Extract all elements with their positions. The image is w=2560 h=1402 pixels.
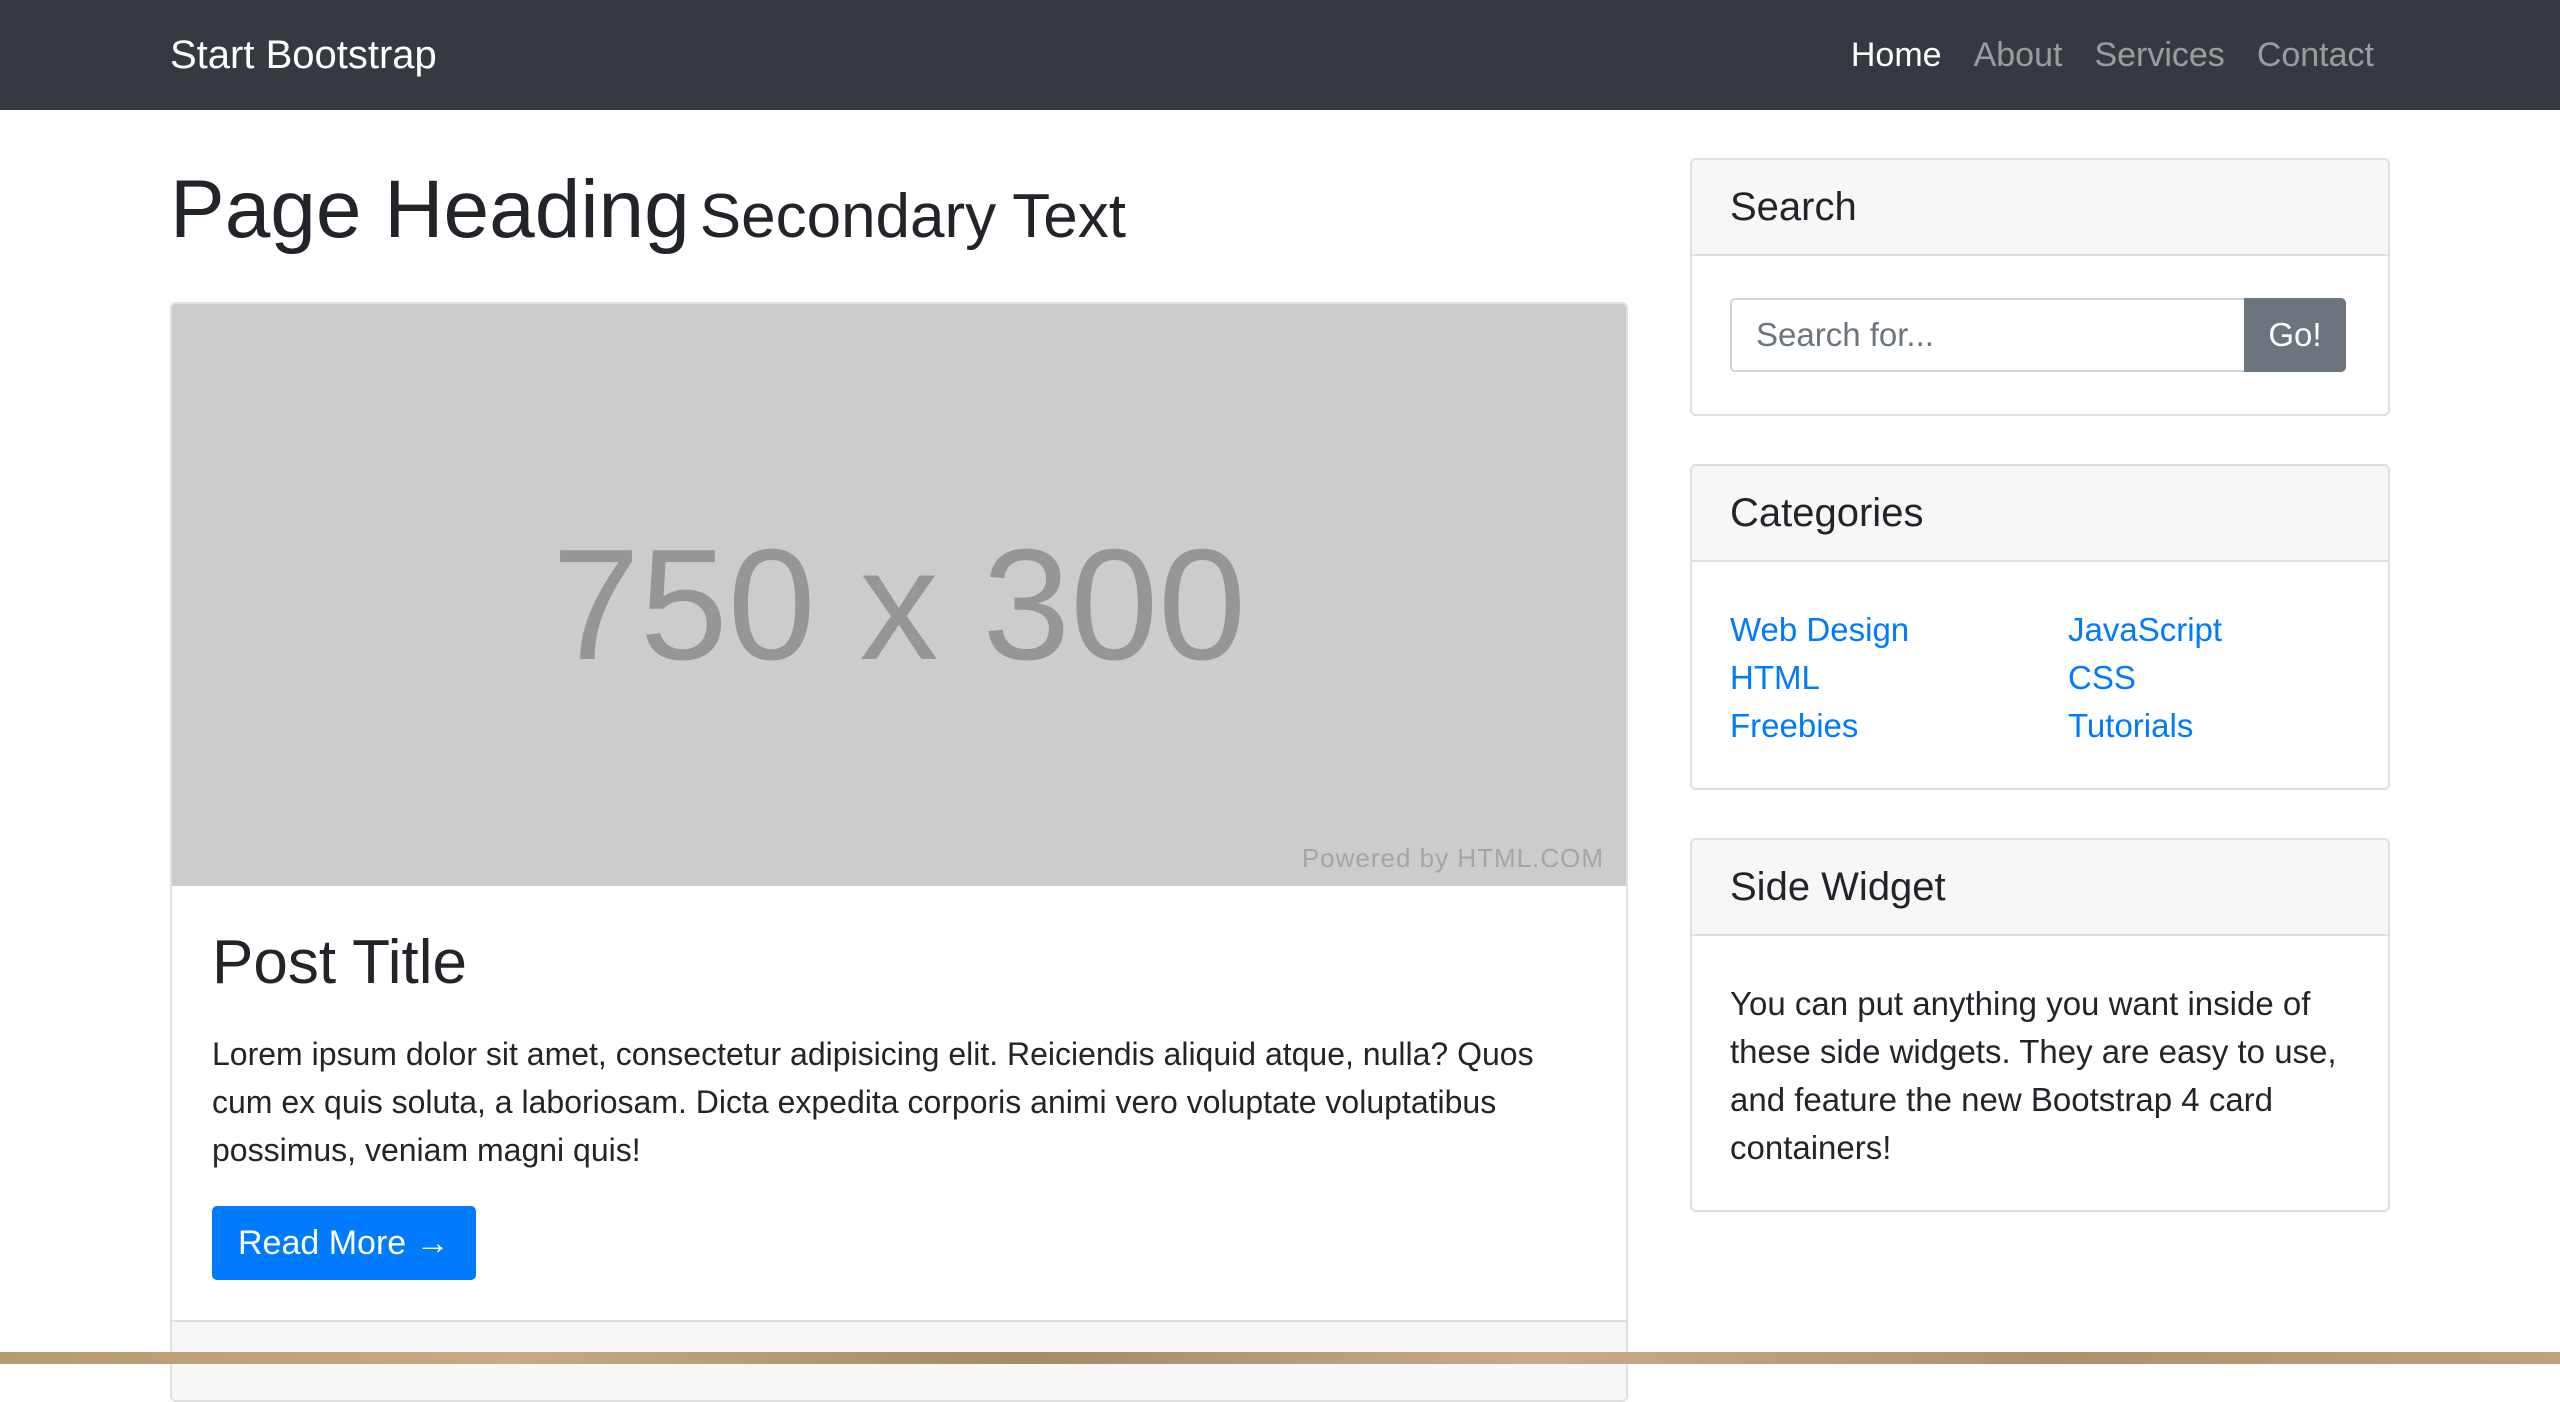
read-more-button[interactable]: Read More → [212, 1206, 476, 1280]
page-heading-secondary: Secondary Text [699, 182, 1126, 251]
post-text: Lorem ipsum dolor sit amet, consectetur … [212, 1036, 1534, 1168]
category-link-html[interactable]: HTML [1730, 654, 2068, 702]
desktop-background-strip [0, 1352, 2560, 1364]
categories-list: Web Design JavaScript HTML CSS Freebies … [1730, 606, 2368, 750]
search-card-title: Search [1692, 160, 2388, 256]
nav-link-contact[interactable]: Contact [2257, 28, 2374, 82]
side-widget-text: You can put anything you want inside of … [1730, 985, 2337, 1166]
post-image-placeholder: 750 x 300 Powered by HTML.COM [172, 304, 1626, 886]
category-link-tutorials[interactable]: Tutorials [2068, 702, 2368, 750]
search-card: Search Go! [1690, 158, 2390, 416]
go-button[interactable]: Go! [2244, 298, 2346, 372]
category-link-web-design[interactable]: Web Design [1730, 606, 2068, 654]
post-card: 750 x 300 Powered by HTML.COM Post Title… [170, 302, 1628, 1402]
side-widget-title: Side Widget [1692, 840, 2388, 936]
category-link-freebies[interactable]: Freebies [1730, 702, 2068, 750]
side-widget-card: Side Widget You can put anything you wan… [1690, 838, 2390, 1212]
search-input[interactable] [1730, 298, 2244, 372]
page-heading-main: Page Heading [170, 164, 690, 255]
image-credit: Powered by HTML.COM [1301, 843, 1604, 873]
categories-card-title: Categories [1692, 466, 2388, 562]
image-dimensions-label: 750 x 300 [551, 517, 1247, 693]
nav-link-services[interactable]: Services [2094, 28, 2224, 82]
categories-card: Categories Web Design JavaScript HTML CS… [1690, 464, 2390, 790]
post-title: Post Title [212, 928, 467, 997]
category-link-javascript[interactable]: JavaScript [2068, 606, 2368, 654]
page-heading: Page Heading Secondary Text [170, 160, 1126, 260]
nav-link-home[interactable]: Home [1851, 28, 1942, 82]
navbar: Start Bootstrap Home About Services Cont… [0, 0, 2560, 110]
category-link-css[interactable]: CSS [2068, 654, 2368, 702]
search-row: Go! [1730, 298, 2346, 372]
nav-link-about[interactable]: About [1974, 28, 2063, 82]
brand-link[interactable]: Start Bootstrap [170, 28, 437, 82]
nav-links: Home About Services Contact [1851, 28, 2374, 82]
